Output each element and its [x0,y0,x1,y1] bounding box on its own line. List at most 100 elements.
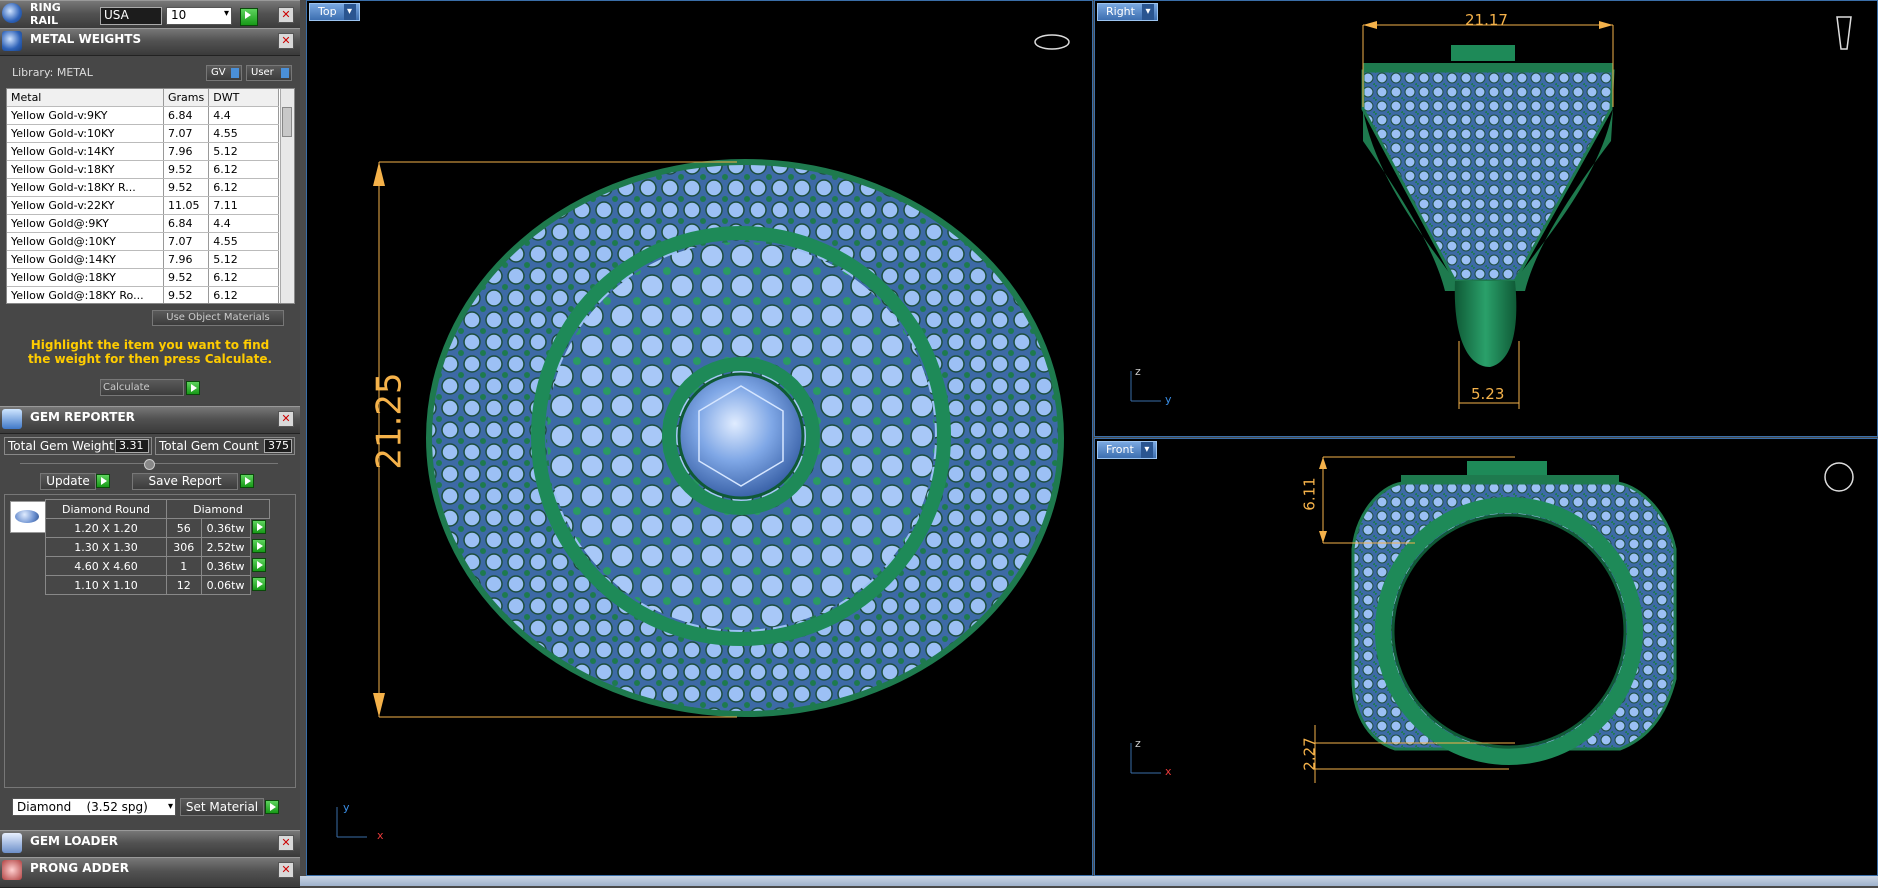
metal-name: Yellow Gold-v:9KY [7,106,164,125]
user-label: User [251,67,274,78]
dimension-top-width: 21.17 [1465,11,1508,29]
ring-rail-header: RING RAIL USA 10 ▾ ✕ [0,0,300,30]
table-row[interactable]: 4.60 X 4.60 1 0.36tw [45,556,270,576]
grams-value: 9.52 [163,286,210,303]
calculate-button[interactable]: Calculate [100,379,184,396]
scrollbar-thumb[interactable] [282,107,292,137]
update-go-icon[interactable] [96,474,110,488]
viewport-front[interactable]: Front 6.11 2.27 z x [1094,438,1878,876]
save-report-go-icon[interactable] [240,474,254,488]
axis-y-label: y [343,801,350,814]
update-label: Update [46,474,90,488]
table-row[interactable]: Yellow Gold@:14KY 7.96 5.12 [7,250,279,269]
column-header-dwt[interactable]: DWT [208,89,279,107]
total-gem-weight-box: Total Gem Weight 3.31 [4,437,152,455]
set-material-label: Set Material [185,800,259,814]
dimension-shank-width: 5.23 [1471,385,1505,403]
table-row[interactable]: Yellow Gold-v:18KY 9.52 6.12 [7,160,279,179]
close-icon[interactable]: ✕ [278,835,294,851]
ring-top-view [336,34,1070,838]
close-icon[interactable]: ✕ [278,33,294,49]
gem-size: 4.60 X 4.60 [45,556,167,576]
grams-value: 7.96 [163,142,210,161]
row-go-icon[interactable] [251,538,266,553]
country-select[interactable]: USA [100,7,162,25]
dwt-value: 4.55 [208,124,279,143]
dimension-head-height: 6.11 [1300,477,1319,511]
gem-size: 1.20 X 1.20 [45,518,167,538]
save-report-button[interactable]: Save Report [132,473,238,490]
chevron-down-icon: ▾ [167,801,173,812]
update-button[interactable]: Update [40,473,96,490]
table-row[interactable]: Yellow Gold@:9KY 6.84 4.4 [7,214,279,233]
close-icon[interactable]: ✕ [278,7,294,23]
prong-adder-header[interactable]: PRONG ADDER ✕ [0,857,300,888]
left-panel: RING RAIL USA 10 ▾ ✕ METAL WEIGHTS ✕ Lib… [0,0,300,888]
report-icon [2,409,22,429]
table-row[interactable]: Yellow Gold-v:18KY R... 9.52 6.12 [7,178,279,197]
dwt-value: 5.12 [208,142,279,161]
status-strip [300,876,1878,886]
table-row[interactable]: Yellow Gold@:18KY 9.52 6.12 [7,268,279,287]
row-go-icon[interactable] [251,557,266,572]
table-row[interactable]: Yellow Gold@:10KY 7.07 4.55 [7,232,279,251]
gem-count: 56 [166,518,202,538]
table-row[interactable]: 1.20 X 1.20 56 0.36tw [45,518,270,538]
save-report-label: Save Report [148,474,222,488]
metal-name: Yellow Gold@:14KY [7,250,164,269]
viewport-top[interactable]: Top ▾ 21.25 y x [306,0,1093,876]
set-material-go-icon[interactable] [265,800,279,814]
calculate-go-icon[interactable] [186,381,200,395]
material-value: Diamond (3.52 spg) [17,800,148,814]
table-row[interactable]: Yellow Gold-v:9KY 6.84 4.4 [7,106,279,125]
chevron-down-icon: ▾ [223,8,229,19]
metal-name: Yellow Gold@:10KY [7,232,164,251]
axis-y-label: y [1165,393,1172,406]
axis-z-label: z [1135,737,1141,750]
dwt-value: 4.4 [208,106,279,125]
ring-size-select[interactable]: 10 ▾ [166,7,232,25]
column-header-grams[interactable]: Grams [163,89,210,107]
table-row[interactable]: Yellow Gold@:18KY Ro... 9.52 6.12 [7,286,279,303]
diamond-icon [15,510,39,523]
column-header-metal[interactable]: Metal [7,89,164,107]
prong-adder-title: PRONG ADDER [30,861,129,875]
total-gem-count-label: Total Gem Count [159,439,259,453]
gem-size: 1.30 X 1.30 [45,537,167,557]
row-go-icon[interactable] [251,576,266,591]
metal-name: Yellow Gold-v:14KY [7,142,164,161]
flask-icon [2,31,22,51]
dwt-value: 5.12 [208,250,279,269]
material-select[interactable]: Diamond (3.52 spg) ▾ [12,798,176,816]
user-button[interactable]: User [246,65,292,81]
table-row[interactable]: 1.10 X 1.10 12 0.06tw [45,575,270,595]
gem-table[interactable]: Diamond Round Diamond 1.20 X 1.20 56 0.36t… [45,499,270,595]
gv-button[interactable]: GV [206,65,242,81]
table-row[interactable]: Yellow Gold-v:14KY 7.96 5.12 [7,142,279,161]
use-object-materials-button[interactable]: Use Object Materials [152,310,284,326]
metal-name: Yellow Gold@:18KY [7,268,164,287]
table-row[interactable]: Yellow Gold-v:22KY 11.05 7.11 [7,196,279,215]
apply-size-button[interactable] [240,8,258,26]
dwt-value: 6.12 [208,160,279,179]
close-icon[interactable]: ✕ [278,862,294,878]
total-gem-weight-value: 3.31 [115,439,149,453]
scrollbar[interactable] [280,89,294,303]
table-row[interactable]: Yellow Gold-v:10KY 7.07 4.55 [7,124,279,143]
dwt-value: 6.12 [208,178,279,197]
gem-thumbnail[interactable] [10,501,46,533]
metal-table[interactable]: Metal Grams DWT Yellow Gold-v:9KY 6.84 4.4… [6,88,295,304]
axis-x-label: x [1165,765,1172,778]
dimension-shank-thickness: 2.27 [1300,737,1319,771]
table-row[interactable]: 1.30 X 1.30 306 2.52tw [45,537,270,557]
grams-value: 6.84 [163,106,210,125]
close-icon[interactable]: ✕ [278,411,294,427]
row-go-icon[interactable] [251,520,266,534]
viewport-right[interactable]: Right ▾ 21.17 5.23 z y [1094,0,1878,437]
set-material-button[interactable]: Set Material [180,798,264,816]
grams-value: 7.07 [163,124,210,143]
gem-weight: 2.52tw [200,537,251,557]
gem-loader-header[interactable]: GEM LOADER ✕ [0,830,300,858]
splitter-handle[interactable] [144,459,155,470]
metal-weights-header: METAL WEIGHTS ✕ [0,28,300,56]
